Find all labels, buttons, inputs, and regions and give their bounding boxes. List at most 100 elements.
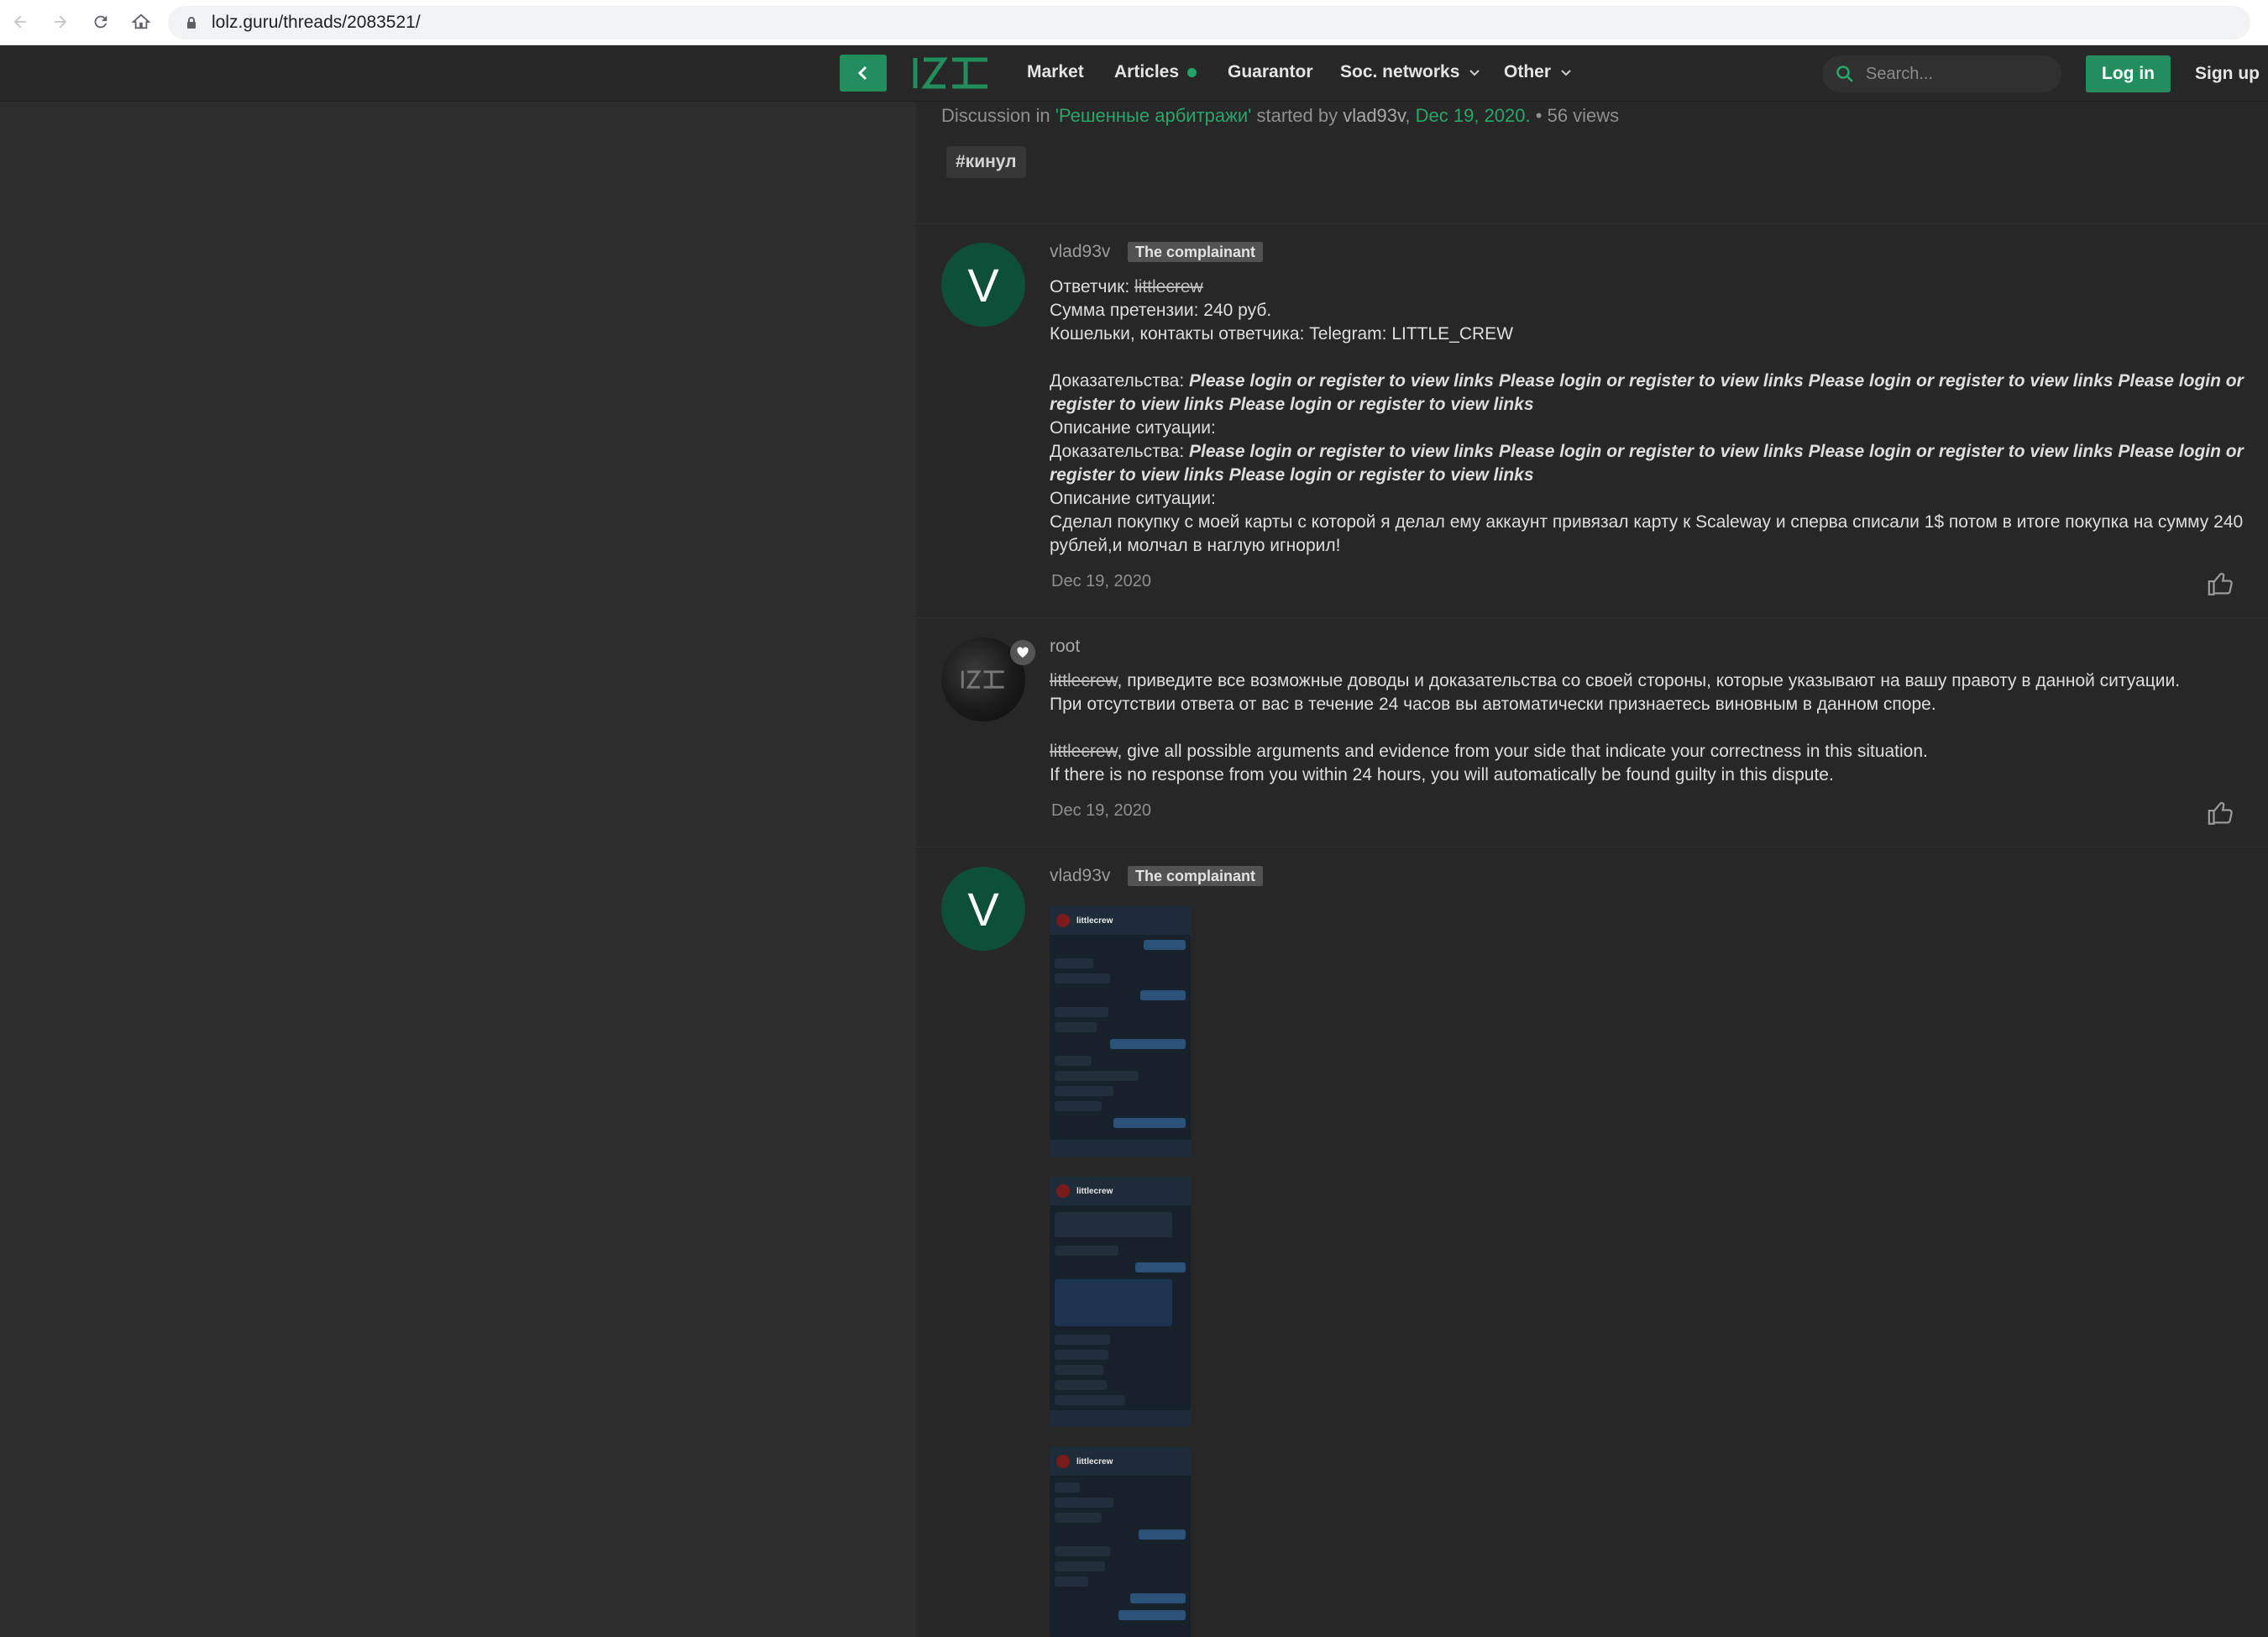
chat-title: littlecrew: [1076, 1186, 1113, 1196]
search-input[interactable]: [1864, 63, 2035, 85]
chat-title: littlecrew: [1076, 1456, 1113, 1466]
attachment-thumbnail-2[interactable]: littlecrew: [1050, 1177, 1191, 1427]
chat-bubble: [1055, 1335, 1110, 1345]
divider: [916, 617, 2268, 618]
chat-bubble: [1055, 1086, 1113, 1096]
meta-started: started by: [1256, 105, 1338, 126]
chat-bubble: [1055, 1350, 1108, 1360]
defendant-mention[interactable]: littlecrew: [1134, 277, 1203, 296]
evidence-label-2: Доказательства:: [1050, 442, 1185, 461]
thread-author-link[interactable]: vlad93v: [1343, 105, 1405, 126]
nav-guarantor[interactable]: Guarantor: [1228, 62, 1313, 82]
post-2-date[interactable]: Dec 19, 2020: [1051, 801, 1151, 821]
url-text: lolz.guru/threads/2083521/: [212, 13, 421, 32]
post-1-complainant-badge: The complainant: [1128, 242, 1264, 262]
chat-bubble: [1130, 1593, 1186, 1603]
evidence-hidden-links-2[interactable]: Please login or register to view links P…: [1050, 442, 2244, 485]
post-3-complainant-badge: The complainant: [1128, 866, 1264, 886]
chat-avatar: [1056, 1455, 1070, 1468]
evidence-hidden-links[interactable]: Please login or register to view links P…: [1050, 371, 2244, 414]
situation-label: Описание ситуации:: [1050, 418, 1216, 438]
situation-label-2: Описание ситуации:: [1050, 489, 1216, 508]
thread-content: Discussion in 'Решенные арбитражи' start…: [916, 102, 2268, 1637]
forum-link[interactable]: 'Решенные арбитражи': [1055, 105, 1252, 126]
arrow-left-icon: [13, 15, 27, 29]
post-2-username[interactable]: root: [1050, 637, 1080, 657]
header-back-button[interactable]: [840, 55, 887, 92]
arrow-right-icon: [54, 15, 67, 29]
meta-separator: •: [1535, 105, 1543, 126]
nav-soc-networks[interactable]: Soc. networks: [1340, 62, 1481, 82]
chat-input-bar: [1050, 1140, 1191, 1157]
chat-bubble: [1139, 1529, 1186, 1540]
chat-bubble: [1055, 1101, 1102, 1111]
post-1-username[interactable]: vlad93v: [1050, 242, 1110, 262]
post-3-avatar[interactable]: V: [941, 867, 1025, 951]
address-bar[interactable]: lolz.guru/threads/2083521/: [168, 6, 2250, 39]
thread-tag[interactable]: #кинул: [946, 146, 1026, 178]
chat-bubble: [1055, 1482, 1080, 1493]
mention-littlecrew[interactable]: littlecrew: [1050, 671, 1118, 690]
chat-bubble: [1055, 958, 1093, 968]
avatar-logo: [961, 670, 1004, 689]
meta-prefix: Discussion in: [941, 105, 1050, 126]
chevron-down-icon: [1469, 70, 1480, 76]
post-2-avatar[interactable]: [941, 637, 1035, 721]
browser-reload-button[interactable]: [87, 8, 114, 35]
nav-articles[interactable]: Articles: [1114, 62, 1197, 82]
heart-badge: [1010, 640, 1035, 665]
nav-articles-label: Articles: [1114, 62, 1180, 81]
attachment-thumbnail-1[interactable]: littlecrew: [1050, 906, 1191, 1157]
browser-forward-button[interactable]: [47, 8, 74, 35]
chat-bubble: [1110, 1039, 1186, 1049]
evidence-label: Доказательства:: [1050, 371, 1185, 391]
chat-bubble: [1055, 1380, 1107, 1390]
mention-littlecrew-2[interactable]: littlecrew: [1050, 742, 1118, 761]
chat-avatar: [1056, 914, 1070, 927]
nav-other[interactable]: Other: [1504, 62, 1573, 82]
browser-back-button[interactable]: [7, 8, 34, 35]
lock-icon: [187, 17, 196, 29]
nav-guarantor-label: Guarantor: [1228, 62, 1313, 81]
chat-bubble: [1055, 1071, 1139, 1081]
like-icon[interactable]: [2207, 799, 2235, 827]
chat-bubble: [1144, 940, 1186, 950]
nav-other-label: Other: [1504, 62, 1552, 81]
chat-link-preview: [1055, 1279, 1172, 1326]
chat-bubble: [1055, 1246, 1118, 1256]
attachment-thumbnail-3[interactable]: littlecrew: [1050, 1447, 1191, 1637]
chat-bubble: [1055, 973, 1110, 984]
reload-icon: [94, 15, 107, 29]
thread-views: 56 views: [1547, 105, 1620, 126]
home-icon: [132, 13, 150, 29]
browser-home-button[interactable]: [128, 8, 155, 35]
ru-line-2: При отсутствии ответа от вас в течение 2…: [1050, 695, 1936, 714]
nav-market[interactable]: Market: [1027, 62, 1084, 82]
nav-soc-networks-label: Soc. networks: [1340, 62, 1460, 81]
post-1-avatar[interactable]: V: [941, 243, 1025, 327]
chat-header: littlecrew: [1050, 1447, 1191, 1476]
chat-bubble: [1055, 1498, 1113, 1508]
en-line-2: If there is no response from you within …: [1050, 765, 1834, 784]
chat-bubble: [1055, 1513, 1102, 1523]
heart-icon: [1017, 647, 1029, 658]
chat-bubble: [1118, 1610, 1186, 1620]
chat-bubble: [1140, 990, 1186, 1000]
post-2-body: littlecrew, приведите все возможные дово…: [1050, 669, 2250, 787]
nav-market-label: Market: [1027, 62, 1084, 81]
site-logo[interactable]: [912, 56, 991, 90]
post-1-body: Ответчик: littlecrew Сумма претензии: 24…: [1050, 275, 2250, 558]
browser-toolbar: lolz.guru/threads/2083521/: [0, 0, 2268, 45]
ru-line-1: , приведите все возможные доводы и доказ…: [1117, 671, 2181, 690]
signup-link[interactable]: Sign up: [2195, 64, 2260, 84]
site-header: Market Articles Guarantor Soc. networks …: [0, 45, 2268, 102]
chat-input-bar: [1050, 1410, 1191, 1427]
post-3-username[interactable]: vlad93v: [1050, 866, 1110, 886]
thread-date-link[interactable]: Dec 19, 2020.: [1416, 105, 1531, 126]
like-icon[interactable]: [2207, 569, 2235, 598]
search-icon: [1836, 66, 1853, 82]
left-empty-pane: [0, 102, 916, 1637]
chat-bubble: [1135, 1262, 1186, 1272]
post-1-date[interactable]: Dec 19, 2020: [1051, 572, 1151, 591]
login-button[interactable]: Log in: [2086, 55, 2171, 92]
